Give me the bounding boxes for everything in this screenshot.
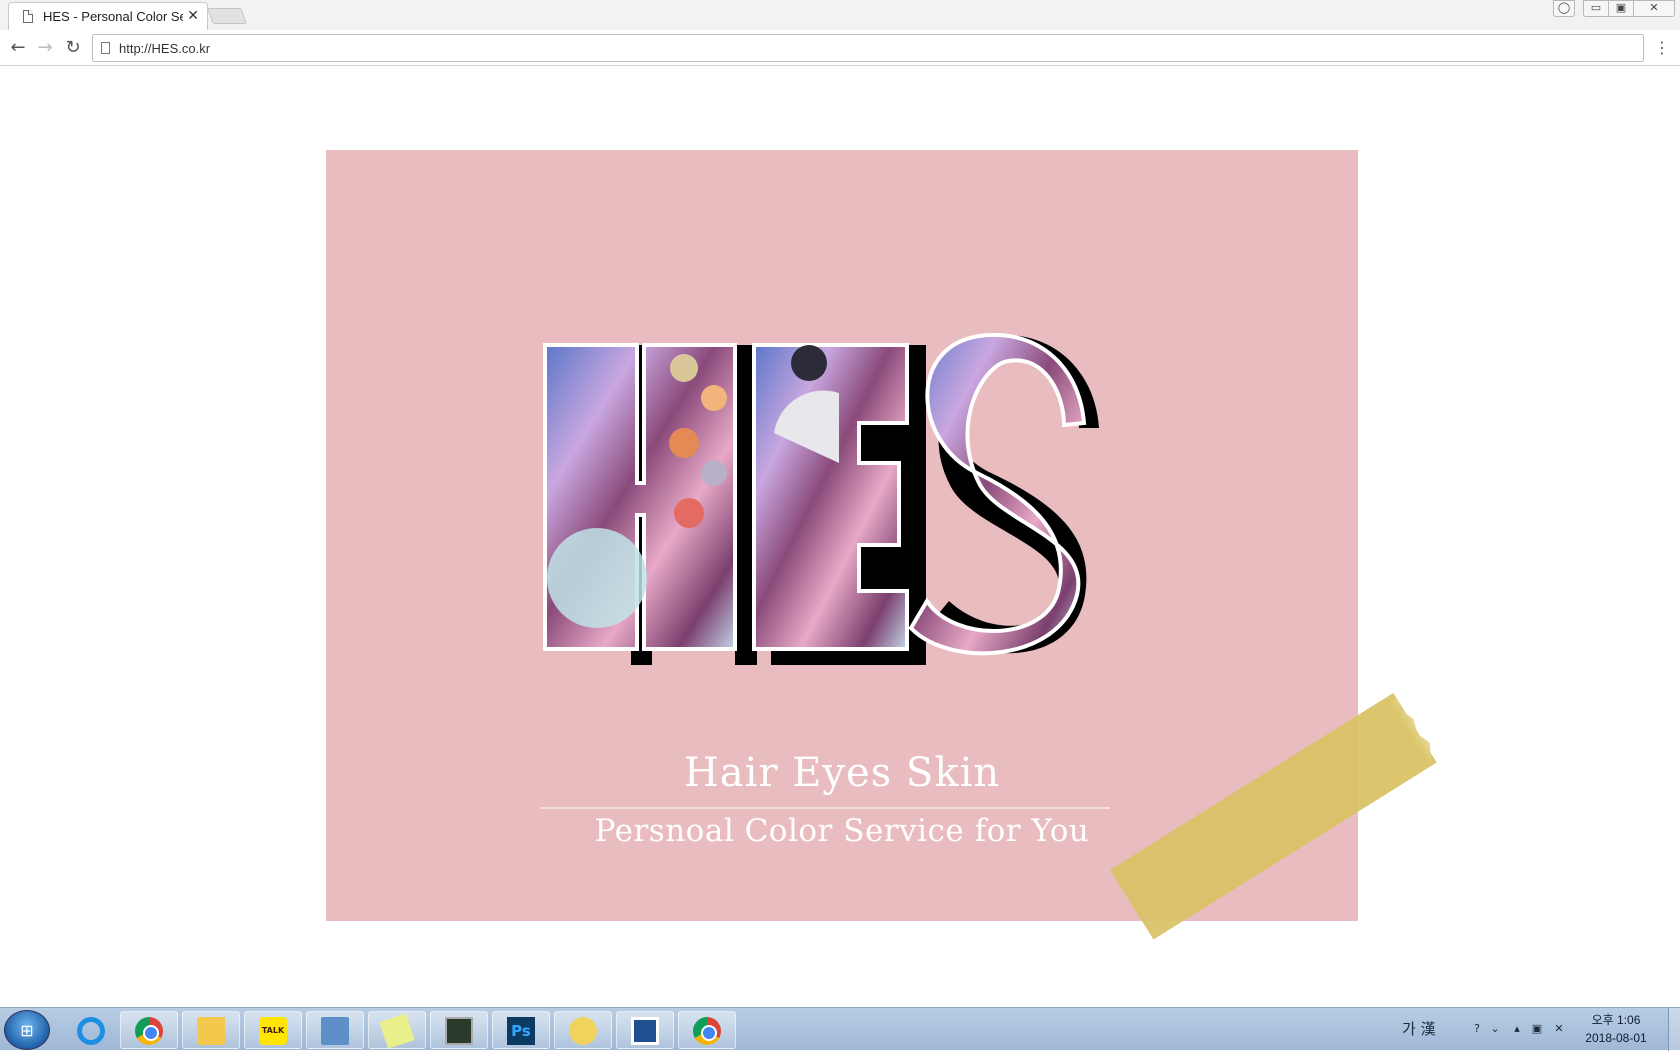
taskbar-app-chrome-active[interactable]: [678, 1011, 736, 1049]
taskbar-app-chrome[interactable]: [120, 1011, 178, 1049]
user-profile-icon[interactable]: ◯: [1553, 0, 1575, 17]
forward-arrow-icon[interactable]: →: [34, 37, 56, 59]
taskbar-app-bracket[interactable]: [616, 1011, 674, 1049]
reload-icon[interactable]: ↻: [62, 37, 84, 59]
taskbar-app-messenger[interactable]: [554, 1011, 612, 1049]
bracket-app-icon: [631, 1017, 659, 1045]
start-button[interactable]: ⊞: [4, 1010, 50, 1050]
messenger-bird-icon: [569, 1017, 597, 1045]
volume-muted-icon[interactable]: ✕: [1552, 1022, 1566, 1036]
show-hidden-icons-icon[interactable]: ▴: [1510, 1022, 1524, 1036]
monitor-app-icon: [445, 1017, 473, 1045]
tagline-divider: [540, 807, 1110, 809]
page-viewport: Hair Eyes Skin Persnoal Color Service fo…: [0, 67, 1680, 1007]
minimize-button[interactable]: ▭: [1583, 0, 1609, 17]
chrome-icon: [135, 1017, 163, 1045]
back-arrow-icon[interactable]: ←: [7, 37, 29, 59]
close-tab-icon[interactable]: ✕: [187, 8, 199, 24]
browser-tab[interactable]: HES - Personal Color Se ✕: [8, 2, 208, 30]
kakaotalk-icon: TALK: [259, 1017, 287, 1045]
taskbar-app-kakaotalk[interactable]: TALK: [244, 1011, 302, 1049]
system-tray: 가 漢 ? ⌄ ▴ ▣ ✕ 오후 1:06 2018-08-01: [1392, 1008, 1680, 1051]
sticky-notes-icon: [379, 1013, 415, 1049]
taskbar-app-remote-desktop[interactable]: [306, 1011, 364, 1049]
address-bar[interactable]: http://HES.co.kr: [92, 34, 1644, 62]
url-text[interactable]: http://HES.co.kr: [119, 41, 210, 56]
ime-indicator[interactable]: 가 漢: [1402, 1018, 1436, 1039]
tab-title: HES - Personal Color Se: [43, 9, 183, 24]
hero-banner: Hair Eyes Skin Persnoal Color Service fo…: [326, 150, 1358, 921]
page-icon: [23, 10, 33, 23]
tagline-main: Hair Eyes Skin: [683, 750, 1001, 796]
browser-toolbar: ← → ↻ http://HES.co.kr ⋮: [0, 30, 1680, 66]
maximize-button[interactable]: ▣: [1608, 0, 1634, 17]
browser-menu-icon[interactable]: ⋮: [1652, 38, 1672, 58]
taskbar-app-file-explorer[interactable]: [182, 1011, 240, 1049]
clock-time: 오후 1:06: [1591, 1013, 1641, 1027]
page-info-icon[interactable]: [101, 42, 110, 54]
remote-desktop-icon: [321, 1017, 349, 1045]
taskbar-app-monitor[interactable]: [430, 1011, 488, 1049]
system-clock[interactable]: 오후 1:06 2018-08-01: [1576, 1011, 1656, 1047]
file-explorer-icon: [197, 1017, 225, 1045]
windows-taskbar: ⊞ TALK Ps 가 漢 ? ⌄ ▴ ▣ ✕ 오후 1:06 2018-08-…: [0, 1007, 1680, 1051]
browser-titlebar: HES - Personal Color Se ✕ ◯ ▭ ▣ ✕: [0, 0, 1680, 30]
clock-date: 2018-08-01: [1585, 1031, 1647, 1045]
taskbar-app-internet-explorer[interactable]: [62, 1011, 120, 1049]
network-icon[interactable]: ▣: [1530, 1022, 1544, 1036]
chrome-icon: [693, 1017, 721, 1045]
help-icon[interactable]: ?: [1470, 1022, 1484, 1036]
photoshop-icon: Ps: [507, 1017, 535, 1045]
close-window-button[interactable]: ✕: [1633, 0, 1675, 17]
taskbar-app-photoshop[interactable]: Ps: [492, 1011, 550, 1049]
hes-logo: [543, 333, 1099, 665]
windows-logo-icon: ⊞: [20, 1021, 34, 1040]
new-tab-button[interactable]: [207, 8, 247, 24]
ime-options-icon[interactable]: ⌄: [1488, 1022, 1502, 1036]
internet-explorer-icon: [77, 1017, 105, 1045]
show-desktop-button[interactable]: [1668, 1008, 1680, 1051]
taskbar-app-sticky-notes[interactable]: [368, 1011, 426, 1049]
